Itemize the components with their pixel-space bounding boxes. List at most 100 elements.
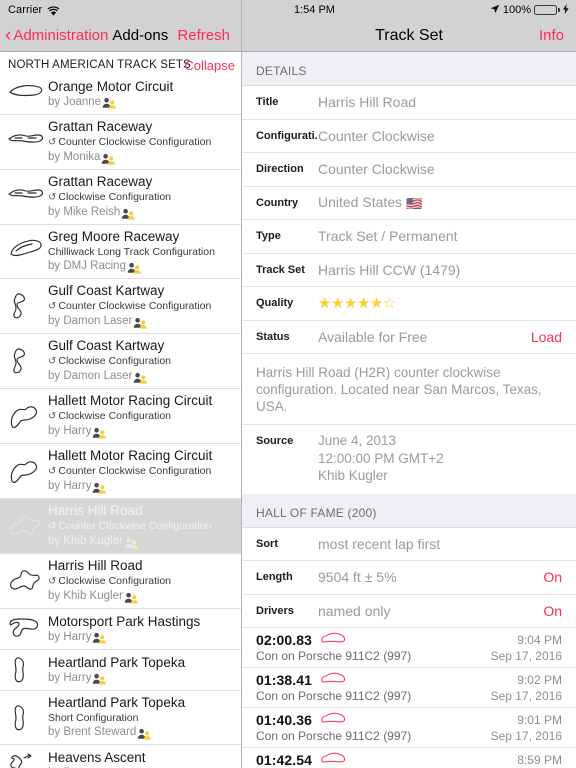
list-item-text: Motorsport Park Hastings by Harry	[48, 610, 236, 649]
details-header-label: DETAILS	[256, 64, 307, 78]
source-date: June 4, 2013	[318, 433, 397, 448]
people-icon	[127, 262, 141, 274]
list-item-title: Harris Hill Road	[48, 503, 143, 518]
list-item-author: by DMJ Racing	[48, 259, 236, 274]
refresh-button[interactable]: Refresh	[177, 27, 230, 44]
track-description: Harris Hill Road (H2R) counter clockwise…	[242, 354, 576, 425]
detail-row[interactable]: Type Track Set / Permanent	[242, 220, 576, 254]
list-item-author: by Damon Laser	[48, 369, 236, 384]
car-icon	[320, 711, 346, 729]
detail-pane: 1:54 PM 100% Track Set Info DETAILS Titl…	[242, 0, 576, 768]
track-outline-harrishill-icon	[4, 561, 48, 601]
list-item[interactable]: Heartland Park Topeka Short Configuration…	[0, 691, 241, 745]
detail-row[interactable]: Direction Counter Clockwise	[242, 153, 576, 187]
list-item[interactable]: Orange Motor Circuit by Joanne	[0, 74, 241, 115]
list-item-title: Heavens Ascent	[48, 749, 146, 765]
left-navigation-bar: ‹ Administration Add-ons Refresh	[0, 20, 241, 52]
hall-of-fame-setting-row[interactable]: Drivers named only On	[242, 594, 576, 628]
info-button[interactable]: Info	[539, 27, 564, 44]
people-icon	[133, 317, 148, 329]
list-item-configuration: ↺ Clockwise Configuration	[48, 191, 172, 203]
list-item-text: Heartland Park Topeka by Harry	[48, 651, 236, 690]
details-section-header: DETAILS	[242, 52, 576, 86]
lap-bottom-line: Con on Porsche 911C2 (997) Sep 17, 2016	[256, 649, 562, 663]
setting-toggle-button[interactable]: On	[543, 569, 562, 585]
rotation-direction-icon: ↺	[48, 356, 57, 367]
list-item-title: Hallett Motor Racing Circuit	[48, 448, 213, 463]
detail-row[interactable]: Configurati... Counter Clockwise	[242, 119, 576, 153]
list-item[interactable]: Harris Hill Road ↺ Counter Clockwise Confi…	[0, 499, 241, 554]
track-outline-harrishill-icon	[4, 506, 48, 546]
list-item[interactable]: Hallett Motor Racing Circuit ↺ Clockwise C…	[0, 389, 241, 444]
collapse-button[interactable]: Collapse	[184, 58, 235, 73]
setting-label: Drivers	[256, 604, 294, 617]
lap-list[interactable]: 02:00.83 9:04 PM Con on Porsche 911C2 (997…	[242, 628, 576, 768]
list-item-configuration: Chilliwack Long Track Configuration	[48, 246, 215, 258]
list-item[interactable]: Grattan Raceway ↺ Counter Clockwise Config…	[0, 115, 241, 170]
list-item-author: by Harry	[48, 630, 236, 645]
lap-list-item[interactable]: 02:00.83 9:04 PM Con on Porsche 911C2 (997…	[242, 628, 576, 668]
chevron-left-icon[interactable]: ‹	[5, 26, 11, 45]
lap-driver-and-car: Con on Porsche 911C2 (997)	[256, 649, 412, 663]
lap-clock-time: 9:02 PM	[517, 673, 562, 687]
detail-row[interactable]: Track Set Harris Hill CCW (1479)	[242, 253, 576, 287]
list-item-configuration: ↺ Clockwise Configuration	[48, 575, 172, 587]
track-outline-heavens-icon	[4, 745, 48, 768]
list-item[interactable]: Greg Moore Raceway Chilliwack Long Track …	[0, 225, 241, 279]
list-item-text: Harris Hill Road ↺ Clockwise Configuration…	[48, 554, 236, 608]
list-item[interactable]: Harris Hill Road ↺ Clockwise Configuration…	[0, 554, 241, 609]
list-item[interactable]: Gulf Coast Kartway ↺ Counter Clockwise Con…	[0, 279, 241, 334]
list-item[interactable]: Motorsport Park Hastings by Harry	[0, 609, 241, 650]
detail-label: Quality	[256, 297, 294, 310]
clock-label: 1:54 PM	[294, 4, 335, 16]
detail-value: Track Set / Permanent	[318, 228, 458, 245]
list-item-text: Hallett Motor Racing Circuit ↺ Clockwise C…	[48, 389, 236, 443]
detail-row-quality[interactable]: Quality ★ ★ ★ ★ ★ ☆	[242, 287, 576, 321]
detail-row[interactable]: Country United States 🇺🇸	[242, 186, 576, 220]
people-icon	[92, 482, 107, 494]
track-set-list[interactable]: by Harry NORTH AMERICAN TRACK SETS Colla…	[0, 52, 241, 768]
status-bar-right: 1:54 PM 100%	[242, 0, 576, 20]
setting-value: named only	[318, 602, 391, 619]
track-outline-hastings-icon	[4, 609, 48, 649]
list-item-title: Grattan Raceway	[48, 174, 153, 189]
list-item[interactable]: Heavens Ascentby Pav	[0, 745, 241, 768]
lap-date: Sep 17, 2016	[490, 649, 562, 663]
list-item-configuration: ↺ Counter Clockwise Configuration	[48, 520, 212, 532]
country-flag-icon: 🇺🇸	[406, 196, 423, 212]
source-author: Khib Kugler	[318, 468, 388, 483]
list-item-configuration: Short Configuration	[48, 712, 139, 724]
people-icon	[92, 673, 107, 685]
quality-star-rating[interactable]: ★ ★ ★ ★ ★ ☆	[318, 294, 396, 312]
detail-row[interactable]: Title Harris Hill Road	[242, 86, 576, 120]
setting-value: most recent lap first	[318, 535, 441, 552]
list-item-text: Grattan Raceway ↺ Counter Clockwise Config…	[48, 115, 236, 169]
list-item[interactable]: Hallett Motor Racing Circuit ↺ Counter Clo…	[0, 444, 241, 499]
list-item-text: Orange Motor Circuit by Joanne	[48, 75, 236, 114]
list-item[interactable]: Gulf Coast Kartway ↺ Clockwise Configurati…	[0, 334, 241, 389]
back-button-administration[interactable]: Administration	[13, 27, 108, 44]
detail-label: Status	[256, 330, 290, 343]
track-outline-grattan-icon	[4, 122, 48, 162]
star-filled-icon: ★	[318, 295, 331, 313]
detail-row-status[interactable]: Status Available for Free Load	[242, 320, 576, 354]
setting-toggle-button[interactable]: On	[543, 603, 562, 619]
list-item-title: Gulf Coast Kartway	[48, 283, 165, 298]
list-item-configuration: ↺ Clockwise Configuration	[48, 355, 172, 367]
list-item[interactable]: Grattan Raceway ↺ Clockwise Configuration b…	[0, 170, 241, 225]
lap-list-item[interactable]: 01:42.548:59 PMCon on Porsche 911C2 (997…	[242, 748, 576, 768]
car-icon	[320, 751, 346, 768]
list-item[interactable]: Heartland Park Topeka by Harry	[0, 650, 241, 691]
hall-of-fame-setting-row[interactable]: Sort most recent lap first	[242, 527, 576, 561]
lap-list-item[interactable]: 01:40.36 9:01 PM Con on Porsche 911C2 (997…	[242, 708, 576, 748]
lap-list-item[interactable]: 01:38.41 9:02 PM Con on Porsche 911C2 (997…	[242, 668, 576, 708]
load-button[interactable]: Load	[531, 329, 562, 345]
car-icon	[320, 631, 346, 649]
detail-scroll-area[interactable]: DETAILS Title Harris Hill Road Configurati…	[242, 52, 576, 768]
list-item-title: Greg Moore Raceway	[48, 229, 180, 244]
rotation-direction-icon: ↺	[48, 192, 57, 203]
detail-value: Harris Hill Road	[318, 94, 417, 111]
hall-of-fame-setting-row[interactable]: Length 9504 ft ± 5% On	[242, 561, 576, 595]
battery-full-icon	[534, 5, 560, 15]
detail-label: Country	[256, 196, 299, 209]
